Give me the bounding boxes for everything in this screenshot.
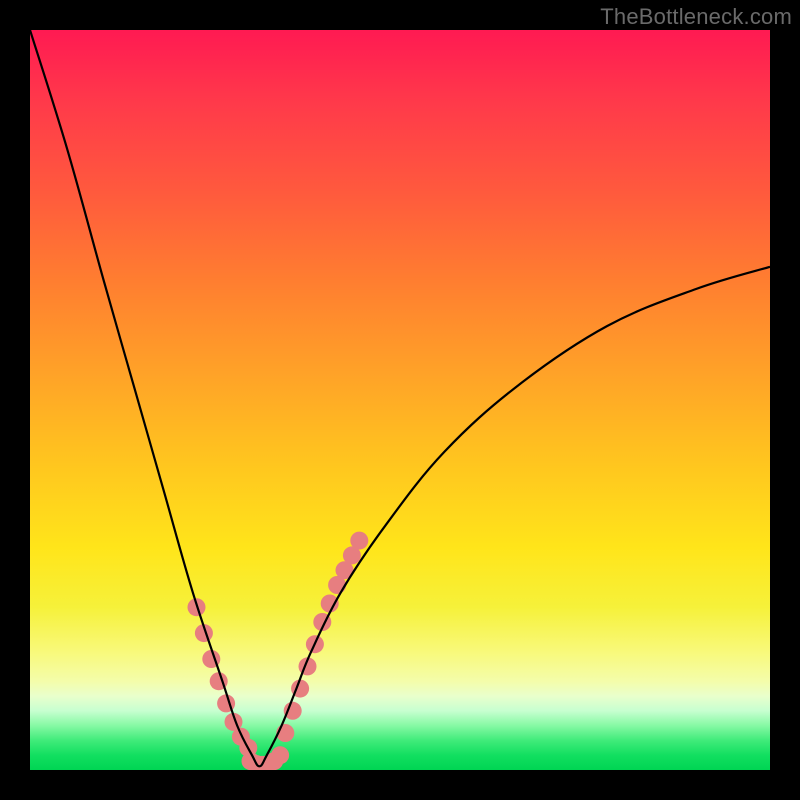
chart-svg	[30, 30, 770, 770]
bottleneck-curve	[30, 30, 770, 766]
marker-dot	[284, 702, 302, 720]
plot-area	[30, 30, 770, 770]
marker-dot	[271, 746, 289, 764]
outer-frame: TheBottleneck.com	[0, 0, 800, 800]
marker-dot	[350, 532, 368, 550]
marker-dot	[321, 595, 339, 613]
watermark-text: TheBottleneck.com	[600, 4, 792, 30]
